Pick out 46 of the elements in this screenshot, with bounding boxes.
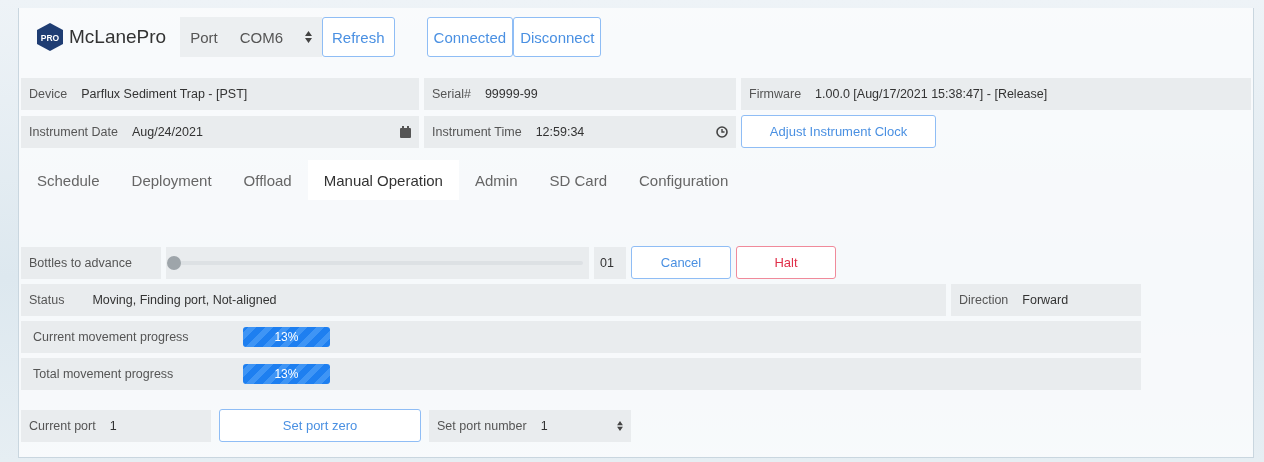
field-label: Device bbox=[29, 87, 68, 101]
sort-caret-icon bbox=[617, 420, 623, 431]
field-value: Moving, Finding port, Not-aligned bbox=[92, 293, 277, 307]
field-label: Serial# bbox=[432, 87, 471, 101]
field-label: Direction bbox=[959, 293, 1009, 307]
halt-button[interactable]: Halt bbox=[736, 246, 836, 279]
field-label: Bottles to advance bbox=[29, 255, 132, 270]
field-value: 12:59:34 bbox=[535, 124, 585, 139]
app-name: McLanePro bbox=[69, 26, 167, 48]
field-value: 99999-99 bbox=[484, 87, 538, 101]
port-number-select[interactable]: Set port number 1 bbox=[429, 409, 631, 442]
field-value: Aug/24/2021 bbox=[131, 124, 203, 139]
sort-caret-icon bbox=[305, 31, 313, 43]
tab[interactable]: SD Card bbox=[533, 160, 623, 200]
logo-icon: PRO bbox=[37, 23, 63, 51]
field-value: Forward bbox=[1022, 293, 1069, 307]
progress-label: Current movement progress bbox=[33, 330, 190, 344]
field-value: Parflux Sediment Trap - [PST] bbox=[81, 87, 248, 101]
clock-icon[interactable] bbox=[716, 125, 728, 138]
port-select[interactable]: Port COM6 bbox=[180, 17, 323, 57]
tab[interactable]: Manual Operation bbox=[307, 160, 459, 200]
field-value: 1 bbox=[109, 418, 117, 433]
adjust-clock-button[interactable]: Adjust Instrument Clock bbox=[741, 115, 936, 148]
progress-fill: 13% bbox=[243, 364, 330, 384]
tab[interactable]: Deployment bbox=[115, 160, 228, 200]
field-label: Status bbox=[29, 293, 65, 307]
cancel-button[interactable]: Cancel bbox=[631, 246, 731, 279]
tab[interactable]: Admin bbox=[458, 160, 534, 200]
connection-button[interactable]: Connected bbox=[426, 17, 514, 57]
tab[interactable]: Schedule bbox=[21, 160, 116, 200]
refresh-button[interactable]: Refresh bbox=[322, 17, 395, 57]
field-label: Current port bbox=[29, 418, 96, 433]
progress-fill: 13% bbox=[243, 327, 330, 347]
field-value: 1.00.0 [Aug/17/2021 15:38:47] - [Release] bbox=[815, 87, 1048, 101]
set-port-zero-button[interactable]: Set port zero bbox=[219, 409, 421, 442]
connection-button[interactable]: Disconnect bbox=[513, 17, 602, 57]
field-label: Instrument Date bbox=[29, 124, 118, 139]
progress-label: Total movement progress bbox=[33, 367, 175, 381]
field-label: Firmware bbox=[749, 87, 802, 101]
bottles-slider[interactable] bbox=[166, 246, 589, 279]
slider-value: 01 bbox=[600, 255, 614, 270]
calendar-icon[interactable] bbox=[400, 125, 411, 138]
tab[interactable]: Offload bbox=[227, 160, 308, 200]
slider-thumb[interactable] bbox=[167, 255, 181, 270]
field-label: Instrument Time bbox=[432, 124, 522, 139]
tab[interactable]: Configuration bbox=[623, 160, 745, 200]
